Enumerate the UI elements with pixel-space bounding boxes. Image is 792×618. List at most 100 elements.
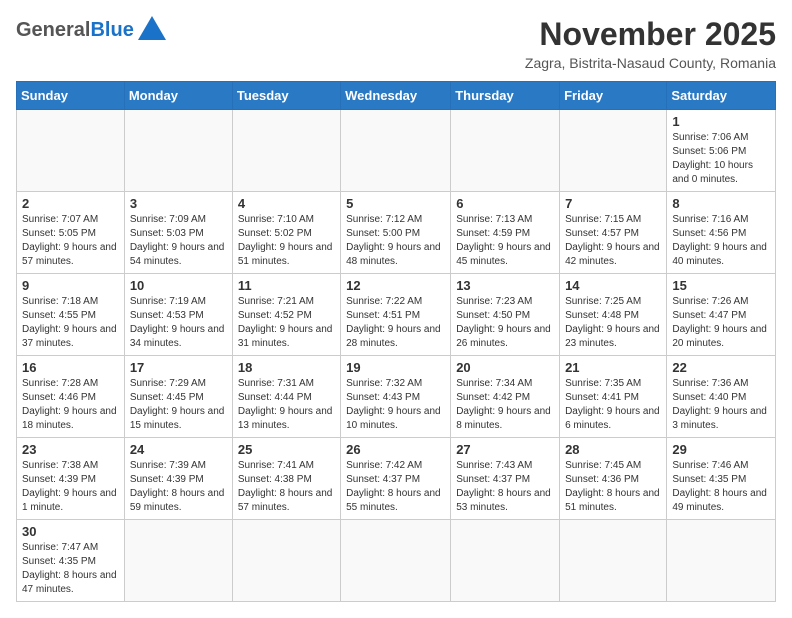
day-cell: 14Sunrise: 7:25 AM Sunset: 4:48 PM Dayli… — [560, 274, 667, 356]
day-number: 26 — [346, 442, 445, 457]
day-number: 22 — [672, 360, 770, 375]
week-row-3: 9 Sunrise: 7:18 AM Sunset: 4:55 PM Daylig… — [17, 274, 776, 356]
calendar-table: SundayMondayTuesdayWednesdayThursdayFrid… — [16, 81, 776, 602]
day-cell: 11 Sunrise: 7:21 AM Sunset: 4:52 PM Dayli… — [232, 274, 340, 356]
day-cell: 28 Sunrise: 7:45 AM Sunset: 4:36 PM Dayli… — [560, 438, 667, 520]
day-info: Sunrise: 7:35 AM Sunset: 4:41 PM Dayligh… — [565, 377, 661, 433]
day-info: Sunrise: 7:22 AM Sunset: 4:51 PM Dayligh… — [346, 295, 445, 351]
day-cell — [124, 110, 232, 192]
day-cell: 4 Sunrise: 7:10 AM Sunset: 5:02 PM Daylig… — [232, 192, 340, 274]
day-number: 13 — [456, 278, 554, 293]
day-number: 3 — [130, 196, 227, 211]
day-info: Sunrise: 7:31 AM Sunset: 4:44 PM Dayligh… — [238, 377, 335, 433]
day-cell: 24 Sunrise: 7:39 AM Sunset: 4:39 PM Dayli… — [124, 438, 232, 520]
day-number: 1 — [672, 114, 770, 129]
day-info: Sunrise: 7:18 AM Sunset: 4:55 PM Dayligh… — [22, 295, 119, 351]
weekday-header-sunday: Sunday — [17, 82, 125, 110]
day-number: 30 — [22, 524, 119, 539]
month-title: November 2025 — [525, 16, 776, 53]
day-cell: 9 Sunrise: 7:18 AM Sunset: 4:55 PM Daylig… — [17, 274, 125, 356]
day-info: Sunrise: 7:34 AM Sunset: 4:42 PM Dayligh… — [456, 377, 554, 433]
day-cell — [560, 520, 667, 602]
day-info: Sunrise: 7:12 AM Sunset: 5:00 PM Dayligh… — [346, 213, 445, 269]
weekday-header-wednesday: Wednesday — [341, 82, 451, 110]
day-cell: 10 Sunrise: 7:19 AM Sunset: 4:53 PM Dayli… — [124, 274, 232, 356]
day-number: 15 — [672, 278, 770, 293]
day-info: Sunrise: 7:46 AM Sunset: 4:35 PM Dayligh… — [672, 459, 770, 515]
day-number: 6 — [456, 196, 554, 211]
day-cell — [341, 520, 451, 602]
day-info: Sunrise: 7:07 AM Sunset: 5:05 PM Dayligh… — [22, 213, 119, 269]
day-number: 4 — [238, 196, 335, 211]
day-cell — [667, 520, 776, 602]
day-cell: 17 Sunrise: 7:29 AM Sunset: 4:45 PM Dayli… — [124, 356, 232, 438]
day-cell: 27Sunrise: 7:43 AM Sunset: 4:37 PM Dayli… — [451, 438, 560, 520]
logo: General Blue — [16, 16, 166, 45]
day-cell — [451, 110, 560, 192]
logo-general-text: General — [16, 19, 90, 42]
day-cell: 25Sunrise: 7:41 AM Sunset: 4:38 PM Dayli… — [232, 438, 340, 520]
day-cell — [451, 520, 560, 602]
day-number: 24 — [130, 442, 227, 457]
week-row-1: 1Sunrise: 7:06 AM Sunset: 5:06 PM Daylig… — [17, 110, 776, 192]
day-cell: 26 Sunrise: 7:42 AM Sunset: 4:37 PM Dayli… — [341, 438, 451, 520]
day-number: 28 — [565, 442, 661, 457]
day-number: 8 — [672, 196, 770, 211]
day-info: Sunrise: 7:43 AM Sunset: 4:37 PM Dayligh… — [456, 459, 554, 515]
day-cell: 29 Sunrise: 7:46 AM Sunset: 4:35 PM Dayli… — [667, 438, 776, 520]
day-cell: 16Sunrise: 7:28 AM Sunset: 4:46 PM Dayli… — [17, 356, 125, 438]
day-cell: 23 Sunrise: 7:38 AM Sunset: 4:39 PM Dayli… — [17, 438, 125, 520]
day-info: Sunrise: 7:26 AM Sunset: 4:47 PM Dayligh… — [672, 295, 770, 351]
day-cell: 13 Sunrise: 7:23 AM Sunset: 4:50 PM Dayli… — [451, 274, 560, 356]
weekday-header-tuesday: Tuesday — [232, 82, 340, 110]
day-info: Sunrise: 7:29 AM Sunset: 4:45 PM Dayligh… — [130, 377, 227, 433]
day-info: Sunrise: 7:38 AM Sunset: 4:39 PM Dayligh… — [22, 459, 119, 515]
day-number: 14 — [565, 278, 661, 293]
day-info: Sunrise: 7:36 AM Sunset: 4:40 PM Dayligh… — [672, 377, 770, 433]
day-cell — [560, 110, 667, 192]
day-info: Sunrise: 7:45 AM Sunset: 4:36 PM Dayligh… — [565, 459, 661, 515]
day-info: Sunrise: 7:47 AM Sunset: 4:35 PM Dayligh… — [22, 541, 119, 597]
day-number: 21 — [565, 360, 661, 375]
day-cell: 19Sunrise: 7:32 AM Sunset: 4:43 PM Dayli… — [341, 356, 451, 438]
week-row-4: 16Sunrise: 7:28 AM Sunset: 4:46 PM Dayli… — [17, 356, 776, 438]
day-number: 10 — [130, 278, 227, 293]
day-info: Sunrise: 7:41 AM Sunset: 4:38 PM Dayligh… — [238, 459, 335, 515]
day-number: 23 — [22, 442, 119, 457]
title-area: November 2025 Zagra, Bistrita-Nasaud Cou… — [525, 16, 776, 71]
day-cell: 21 Sunrise: 7:35 AM Sunset: 4:41 PM Dayli… — [560, 356, 667, 438]
logo-icon — [138, 16, 166, 45]
weekday-header-friday: Friday — [560, 82, 667, 110]
day-info: Sunrise: 7:23 AM Sunset: 4:50 PM Dayligh… — [456, 295, 554, 351]
day-cell: 5 Sunrise: 7:12 AM Sunset: 5:00 PM Daylig… — [341, 192, 451, 274]
day-cell: 6Sunrise: 7:13 AM Sunset: 4:59 PM Daylig… — [451, 192, 560, 274]
week-row-5: 23 Sunrise: 7:38 AM Sunset: 4:39 PM Dayli… — [17, 438, 776, 520]
day-number: 5 — [346, 196, 445, 211]
day-cell: 1Sunrise: 7:06 AM Sunset: 5:06 PM Daylig… — [667, 110, 776, 192]
page-header: General Blue November 2025 Zagra, Bistri… — [16, 16, 776, 71]
weekday-header-row: SundayMondayTuesdayWednesdayThursdayFrid… — [17, 82, 776, 110]
day-info: Sunrise: 7:42 AM Sunset: 4:37 PM Dayligh… — [346, 459, 445, 515]
day-cell — [17, 110, 125, 192]
day-info: Sunrise: 7:19 AM Sunset: 4:53 PM Dayligh… — [130, 295, 227, 351]
day-info: Sunrise: 7:28 AM Sunset: 4:46 PM Dayligh… — [22, 377, 119, 433]
day-cell: 12Sunrise: 7:22 AM Sunset: 4:51 PM Dayli… — [341, 274, 451, 356]
day-cell: 8 Sunrise: 7:16 AM Sunset: 4:56 PM Daylig… — [667, 192, 776, 274]
day-info: Sunrise: 7:16 AM Sunset: 4:56 PM Dayligh… — [672, 213, 770, 269]
day-number: 2 — [22, 196, 119, 211]
location-title: Zagra, Bistrita-Nasaud County, Romania — [525, 55, 776, 71]
day-info: Sunrise: 7:09 AM Sunset: 5:03 PM Dayligh… — [130, 213, 227, 269]
day-info: Sunrise: 7:10 AM Sunset: 5:02 PM Dayligh… — [238, 213, 335, 269]
day-cell: 2 Sunrise: 7:07 AM Sunset: 5:05 PM Daylig… — [17, 192, 125, 274]
day-info: Sunrise: 7:39 AM Sunset: 4:39 PM Dayligh… — [130, 459, 227, 515]
day-number: 29 — [672, 442, 770, 457]
day-number: 19 — [346, 360, 445, 375]
day-cell: 20Sunrise: 7:34 AM Sunset: 4:42 PM Dayli… — [451, 356, 560, 438]
day-cell: 15 Sunrise: 7:26 AM Sunset: 4:47 PM Dayli… — [667, 274, 776, 356]
day-number: 18 — [238, 360, 335, 375]
day-number: 9 — [22, 278, 119, 293]
day-info: Sunrise: 7:15 AM Sunset: 4:57 PM Dayligh… — [565, 213, 661, 269]
day-info: Sunrise: 7:21 AM Sunset: 4:52 PM Dayligh… — [238, 295, 335, 351]
day-number: 11 — [238, 278, 335, 293]
day-number: 17 — [130, 360, 227, 375]
